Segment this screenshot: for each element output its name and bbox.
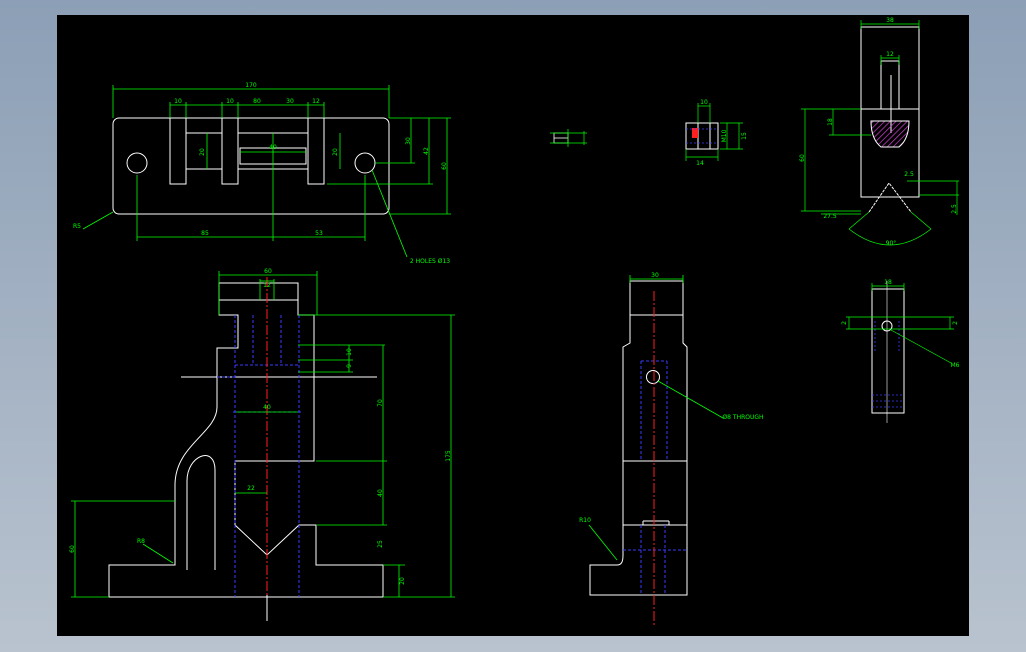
- front-view-labels: 60 12 10 9 40 22 70 175 40 25 20 60 R8: [69, 268, 452, 585]
- front-view-outline: [108, 282, 384, 598]
- radius-r10-label: R10: [579, 517, 591, 524]
- top-view-dimensions: [82, 85, 451, 258]
- dim-jaw-2-5-right: 2.5: [951, 204, 958, 214]
- dim-pin-m10: M10: [721, 129, 728, 142]
- jaw-detail: 38 12 18 60 2.5 2.5 27.5 90°: [799, 17, 959, 247]
- side-view-dimensions: [588, 275, 724, 561]
- dim-jaw-18: 18: [827, 118, 834, 126]
- dim-right-60: 60: [441, 162, 448, 170]
- dim-top-5: 12: [312, 98, 320, 105]
- dim-block-2-left: 2: [841, 321, 848, 325]
- dim-front-10: 10: [346, 348, 353, 356]
- front-view-dimensions: [71, 271, 455, 598]
- dim-pin-15: 15: [741, 132, 748, 140]
- dim-right-42: 42: [423, 147, 430, 155]
- dim-slot-width: 40: [269, 144, 277, 151]
- dim-block-2-right: 2: [952, 321, 959, 325]
- side-view-outline: [589, 280, 688, 596]
- cad-drawing: 170 10 10 80 30 12 20 40 20 30 42 60 85 …: [69, 17, 960, 627]
- dim-front-top-12: 12: [263, 282, 271, 289]
- through-note: Ø8 THROUGH: [722, 414, 763, 421]
- dim-front-25: 25: [377, 540, 384, 548]
- front-view: 60 12 10 9 40 22 70 175 40 25 20 60 R8: [69, 268, 455, 621]
- pin-section-mark: [692, 128, 698, 138]
- dim-pin-10: 10: [700, 99, 708, 106]
- dim-front-9: 9: [346, 364, 353, 368]
- corner-radius-label: R5: [73, 223, 81, 230]
- dim-block-18: 18: [884, 279, 892, 286]
- dim-front-20: 20: [399, 577, 406, 585]
- small-block-detail: 18 2 2 M6: [841, 279, 960, 423]
- dim-front-22: 22: [247, 485, 255, 492]
- dim-jaw-top-38: 38: [886, 17, 894, 24]
- dim-jaw-12: 12: [886, 51, 894, 58]
- dim-top-2: 10: [226, 98, 234, 105]
- side-view: 30 Ø8 THROUGH R10: [579, 272, 764, 627]
- dim-front-40-lower: 40: [377, 489, 384, 497]
- dim-pin-14: 14: [696, 160, 704, 167]
- dim-top-4: 30: [286, 98, 294, 105]
- dim-front-left-60: 60: [69, 545, 76, 553]
- radius-r8-label: R8: [137, 538, 145, 545]
- dim-side-20: 20: [332, 148, 339, 156]
- dim-jaw-27-5: 27.5: [823, 213, 837, 220]
- dim-top-3: 80: [253, 98, 261, 105]
- holes-note: 2 HOLES Ø13: [410, 258, 450, 265]
- pin-detail: 10 M10 15 14: [685, 99, 748, 167]
- top-view-outline: [112, 117, 390, 215]
- dim-front-40: 40: [263, 404, 271, 411]
- dim-front-70: 70: [377, 399, 384, 407]
- top-view: 170 10 10 80 30 12 20 40 20 30 42 60 85 …: [73, 82, 451, 265]
- front-view-hidden-lines: [217, 315, 301, 597]
- jaw-angle-label: 90°: [886, 240, 897, 247]
- jaw-hatched-section: [870, 120, 910, 148]
- side-view-hidden-lines: [623, 360, 687, 595]
- dim-jaw-2-5-top: 2.5: [904, 171, 914, 178]
- side-view-labels: 30 Ø8 THROUGH R10: [579, 272, 763, 524]
- top-view-labels: 170 10 10 80 30 12 20 40 20 30 42 60 85 …: [73, 82, 450, 265]
- thread-m6-label: M6: [951, 362, 960, 369]
- dim-overall-width: 170: [245, 82, 257, 89]
- drawing-frame: 170 10 10 80 30 12 20 40 20 30 42 60 85 …: [57, 15, 969, 636]
- dim-side-top-30: 30: [651, 272, 659, 279]
- dim-front-175: 175: [445, 450, 452, 462]
- dim-jaw-60: 60: [799, 154, 806, 162]
- dim-right-30: 30: [405, 137, 412, 145]
- dim-top-1: 10: [174, 98, 182, 105]
- dim-bottom-53: 53: [315, 230, 323, 237]
- dim-front-top-60: 60: [264, 268, 272, 275]
- tiny-detail: [550, 129, 587, 147]
- dim-slot-height: 20: [199, 148, 206, 156]
- dim-bottom-85: 85: [201, 230, 209, 237]
